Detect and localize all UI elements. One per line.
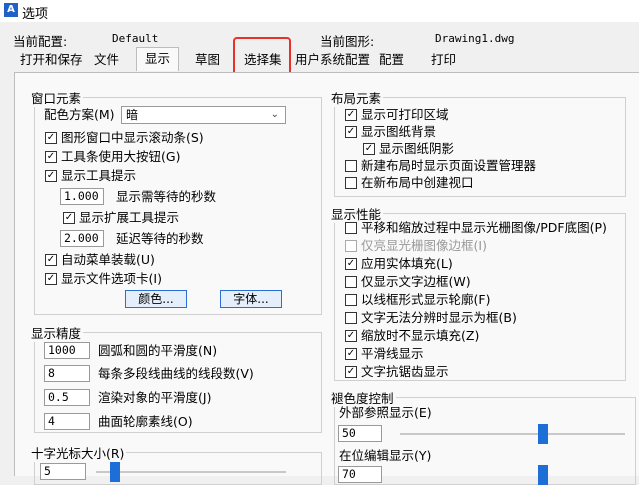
current-drawing-value: Drawing1.dwg (435, 32, 515, 45)
title-bar (0, 0, 639, 22)
colors-button[interactable]: 颜色... (125, 290, 187, 308)
color-scheme-label: 配色方案(M) (44, 107, 115, 122)
text-boundary-label: 仅显示文字边框(W) (361, 274, 471, 289)
render-smoothness-label: 渲染对象的平滑度(J) (98, 390, 212, 405)
current-config-value: Default (112, 32, 159, 45)
fonts-button[interactable]: 字体... (220, 290, 282, 308)
paper-shadow-checkbox[interactable]: ✓ (363, 143, 375, 155)
xref-display-field[interactable]: 50 (338, 425, 382, 442)
chevron-down-icon: ⌄ (270, 109, 279, 120)
raster-pan-zoom-checkbox[interactable] (345, 222, 357, 234)
auto-menu-checkbox[interactable]: ✓ (45, 254, 57, 266)
crosshair-slider-thumb[interactable] (110, 462, 120, 482)
paper-shadow-label: 显示图纸阴影 (379, 141, 455, 156)
create-viewport-checkbox[interactable] (345, 177, 357, 189)
tab-user-preferences[interactable]: 用户系统配置 (295, 50, 370, 69)
printable-area-checkbox[interactable]: ✓ (345, 109, 357, 121)
silhouette-wireframe-label: 以线框形式显示轮廓(F) (361, 292, 491, 307)
contour-lines-label: 曲面轮廓素线(O) (98, 414, 193, 429)
file-tabs-checkbox[interactable]: ✓ (45, 273, 57, 285)
printable-area-label: 显示可打印区域 (361, 107, 449, 122)
render-smoothness-field[interactable]: 0.5 (44, 389, 90, 406)
large-buttons-checkbox[interactable]: ✓ (45, 151, 57, 163)
window-title: 选项 (22, 7, 49, 22)
text-antialias-checkbox[interactable]: ✓ (345, 366, 357, 378)
text-as-box-checkbox[interactable] (345, 312, 357, 324)
tab-profiles[interactable]: 配置 (379, 50, 404, 69)
tooltip-delay-label: 显示需等待的秒数 (116, 189, 217, 204)
silhouette-wireframe-checkbox[interactable] (345, 294, 357, 306)
contour-lines-field[interactable]: 4 (44, 413, 90, 430)
paper-background-checkbox[interactable]: ✓ (345, 126, 357, 138)
tab-open-save[interactable]: 打开和保存 (20, 50, 83, 69)
crosshair-title: 十字光标大小(R) (29, 443, 127, 462)
polyline-segments-label: 每条多段线曲线的线段数(V) (98, 366, 254, 381)
tab-display[interactable]: 显示 (136, 47, 180, 71)
extended-delay-field[interactable]: 2.000 (60, 230, 104, 247)
tab-files[interactable]: 文件 (94, 50, 119, 69)
arc-smoothness-label: 圆弧和圆的平滑度(N) (98, 343, 218, 358)
page-setup-manager-label: 新建布局时显示页面设置管理器 (361, 158, 537, 173)
tooltip-delay-field[interactable]: 1.000 (60, 188, 104, 205)
text-antialias-label: 文字抗锯齿显示 (361, 364, 449, 379)
extended-delay-label: 延迟等待的秒数 (116, 231, 204, 246)
window-elements-title: 窗口元素 (29, 88, 84, 107)
show-extended-tips-label: 显示扩展工具提示 (79, 210, 180, 225)
xref-slider-thumb[interactable] (538, 424, 548, 444)
inplace-edit-label: 在位编辑显示(Y) (339, 448, 432, 463)
xref-display-label: 外部参照显示(E) (339, 405, 432, 420)
large-buttons-label: 工具条使用大按钮(G) (61, 149, 181, 164)
show-tooltips-label: 显示工具提示 (61, 168, 137, 183)
tab-plot[interactable]: 打印 (431, 50, 456, 69)
auto-menu-label: 自动菜单装载(U) (61, 252, 155, 267)
app-logo-icon: A (4, 3, 18, 17)
paper-background-label: 显示图纸背景 (361, 124, 437, 139)
raster-frame-only-checkbox[interactable] (345, 240, 357, 252)
color-scheme-value: 暗 (126, 108, 139, 122)
crosshair-slider-track[interactable] (96, 471, 286, 473)
xref-slider-track[interactable] (400, 433, 625, 435)
file-tabs-label: 显示文件选项卡(I) (61, 271, 162, 286)
smooth-line-checkbox[interactable]: ✓ (345, 348, 357, 360)
raster-pan-zoom-label: 平移和缩放过程中显示光栅图像/PDF底图(P) (361, 220, 607, 235)
no-fill-on-zoom-label: 缩放时不显示填充(Z) (361, 328, 480, 343)
color-scheme-select[interactable]: 暗 ⌄ (121, 106, 286, 124)
raster-frame-only-label: 仅亮显光栅图像边框(I) (361, 238, 487, 253)
show-extended-tips-checkbox[interactable]: ✓ (63, 212, 75, 224)
polyline-segments-field[interactable]: 8 (44, 365, 90, 382)
show-tooltips-checkbox[interactable]: ✓ (45, 170, 57, 182)
current-drawing-label: 当前图形: (320, 34, 375, 49)
tab-drafting[interactable]: 草图 (195, 50, 220, 69)
smooth-line-label: 平滑线显示 (361, 346, 424, 361)
current-config-label: 当前配置: (13, 34, 68, 49)
crosshair-size-field[interactable]: 5 (40, 463, 86, 480)
inplace-slider-thumb[interactable] (538, 465, 548, 485)
layout-elements-title: 布局元素 (329, 88, 384, 107)
text-boundary-checkbox[interactable] (345, 276, 357, 288)
page-setup-manager-checkbox[interactable] (345, 160, 357, 172)
create-viewport-label: 在新布局中创建视口 (361, 175, 474, 190)
show-scrollbars-checkbox[interactable]: ✓ (45, 132, 57, 144)
solid-fill-label: 应用实体填充(L) (361, 256, 453, 271)
text-as-box-label: 文字无法分辨时显示为框(B) (361, 310, 517, 325)
display-precision-title: 显示精度 (29, 323, 84, 342)
show-scrollbars-label: 图形窗口中显示滚动条(S) (61, 130, 204, 145)
solid-fill-checkbox[interactable]: ✓ (345, 258, 357, 270)
no-fill-on-zoom-checkbox[interactable]: ✓ (345, 330, 357, 342)
arc-smoothness-field[interactable]: 1000 (44, 342, 90, 359)
